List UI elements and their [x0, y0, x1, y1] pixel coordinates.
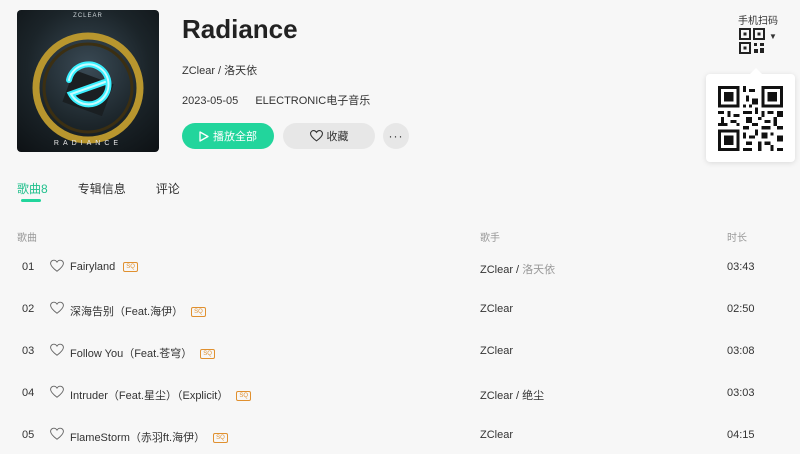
track-title[interactable]: Intruder（Feat.星尘）（Explicit） SQ	[70, 387, 251, 403]
qr-popup	[706, 68, 795, 162]
favorite-button[interactable]: 收藏	[283, 123, 375, 149]
track-artist[interactable]: ZClear	[480, 429, 513, 441]
tab-bar: 歌曲8 专辑信息 评论	[17, 180, 210, 202]
column-header-artist: 歌手	[480, 233, 500, 244]
track-artist[interactable]: ZClear	[480, 345, 513, 357]
qr-code-icon[interactable]	[739, 28, 765, 54]
tab-comments[interactable]: 评论	[156, 180, 180, 202]
track-number: 05	[22, 429, 35, 441]
play-all-label: 播放全部	[213, 131, 257, 143]
heart-icon[interactable]	[50, 385, 64, 399]
column-header-duration: 时长	[727, 233, 747, 244]
heart-icon[interactable]	[50, 259, 64, 273]
track-number: 04	[22, 387, 35, 399]
chevron-down-icon[interactable]: ▼	[769, 32, 777, 41]
cover-art-icon	[32, 32, 144, 144]
track-number: 01	[22, 261, 35, 273]
tab-songs[interactable]: 歌曲8	[17, 180, 48, 202]
album-meta: 2023-05-05 ELECTRONIC电子音乐	[182, 92, 370, 108]
track-duration: 02:50	[727, 303, 755, 315]
release-date: 2023-05-05	[182, 95, 239, 107]
table-row[interactable]: 02 深海告别（Feat.海伊） SQ ZClear 02:50	[0, 288, 800, 330]
cover-title: RADIANCE	[53, 140, 123, 147]
favorite-label: 收藏	[326, 131, 349, 143]
table-row[interactable]: 05 FlameStorm（赤羽ft.海伊） SQ ZClear 04:15	[0, 414, 800, 454]
cover-brand: ZCLEAR	[73, 13, 103, 19]
track-artist[interactable]: ZClear / 绝尘	[480, 387, 544, 403]
album-artists[interactable]: ZClear / 洛天依	[182, 62, 257, 78]
qr-code-large-icon	[718, 86, 783, 151]
album-genre[interactable]: ELECTRONIC电子音乐	[255, 95, 370, 107]
table-row[interactable]: 03 Follow You（Feat.苍穹） SQ ZClear 03:08	[0, 330, 800, 372]
track-artist[interactable]: ZClear	[480, 303, 513, 315]
heart-icon[interactable]	[50, 343, 64, 357]
track-duration: 04:15	[727, 429, 755, 441]
quality-badge: SQ	[213, 433, 228, 443]
tab-album-info[interactable]: 专辑信息	[78, 180, 126, 202]
track-title[interactable]: FlameStorm（赤羽ft.海伊） SQ	[70, 429, 228, 445]
track-number: 02	[22, 303, 35, 315]
heart-icon[interactable]	[50, 301, 64, 315]
column-header-song: 歌曲	[17, 233, 37, 244]
quality-badge: SQ	[123, 262, 138, 272]
track-title[interactable]: Follow You（Feat.苍穹） SQ	[70, 345, 215, 361]
quality-badge: SQ	[200, 349, 215, 359]
play-all-button[interactable]: 播放全部	[182, 123, 274, 149]
track-duration: 03:08	[727, 345, 755, 357]
quality-badge: SQ	[236, 391, 251, 401]
track-duration: 03:03	[727, 387, 755, 399]
heart-icon	[309, 130, 323, 142]
play-icon	[199, 130, 209, 142]
track-artist[interactable]: ZClear / 洛天依	[480, 261, 555, 277]
track-duration: 03:43	[727, 261, 755, 273]
album-title: Radiance	[182, 14, 298, 44]
table-row[interactable]: 04 Intruder（Feat.星尘）（Explicit） SQ ZClear …	[0, 372, 800, 414]
track-title[interactable]: Fairyland SQ	[70, 261, 138, 273]
more-button[interactable]: ···	[383, 123, 409, 149]
album-cover[interactable]: ZCLEAR RADIANCE	[17, 10, 159, 152]
track-title[interactable]: 深海告别（Feat.海伊） SQ	[70, 303, 206, 319]
track-number: 03	[22, 345, 35, 357]
qr-label: 手机扫码	[738, 16, 778, 27]
quality-badge: SQ	[191, 307, 206, 317]
table-row[interactable]: 01 Fairyland SQ ZClear / 洛天依 03:43	[0, 246, 800, 288]
heart-icon[interactable]	[50, 427, 64, 441]
